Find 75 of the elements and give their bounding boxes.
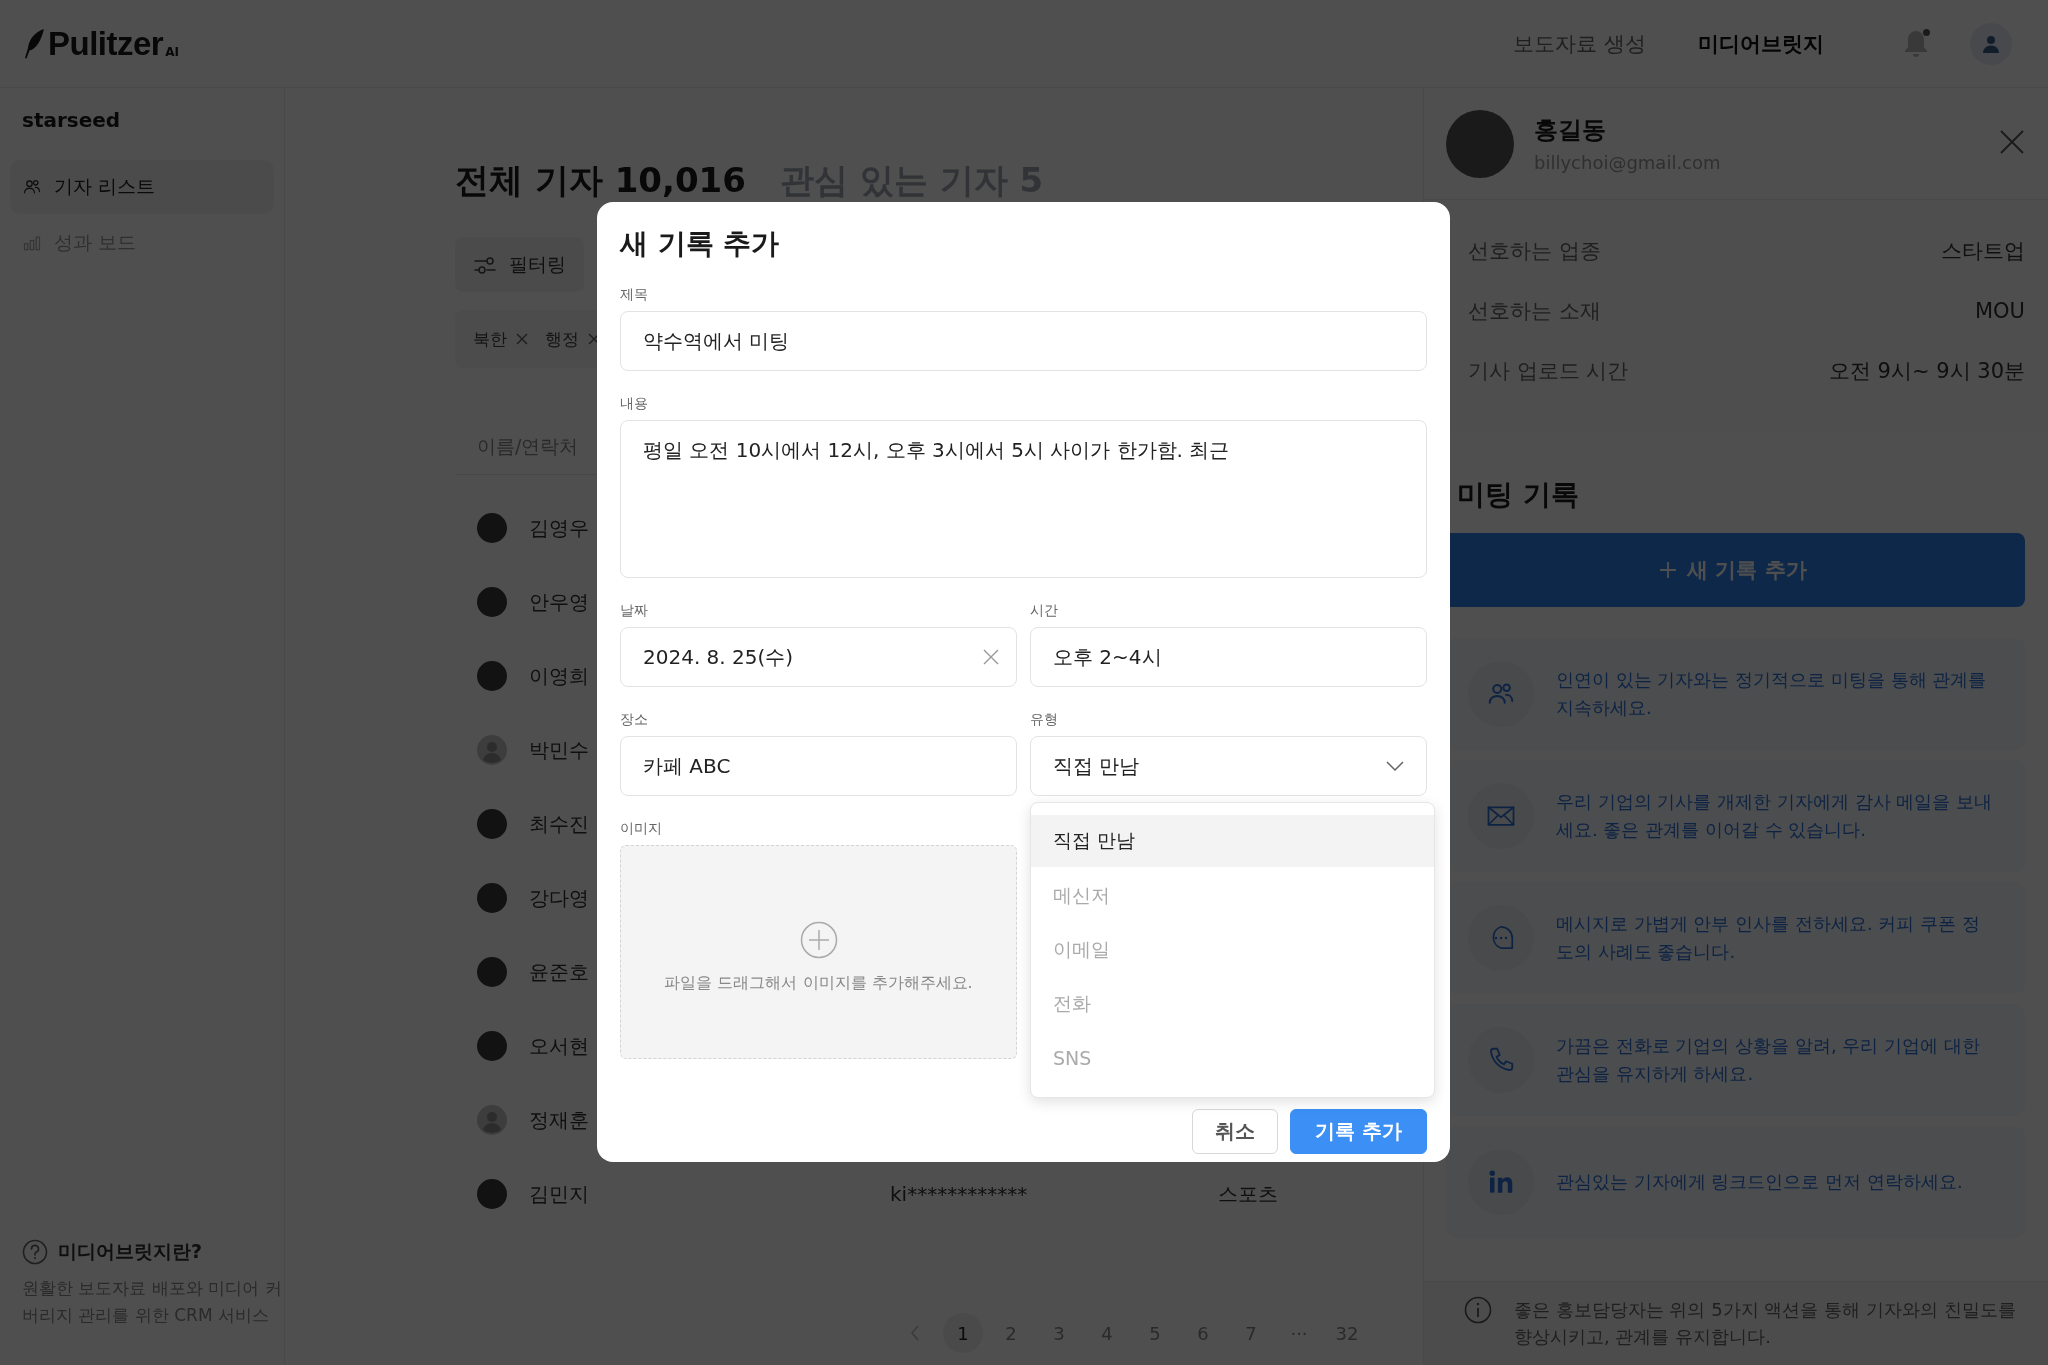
plus-icon [1659, 561, 1678, 579]
dropdown-option[interactable]: 이메일 [1031, 923, 1434, 977]
page-button[interactable]: ··· [1279, 1313, 1319, 1353]
submit-button[interactable]: 기록 추가 [1290, 1109, 1427, 1154]
help-title: 미디어브릿지란? [58, 1238, 203, 1264]
field-label: 내용 [620, 395, 649, 413]
feather-icon [22, 28, 46, 60]
help-icon [22, 1238, 48, 1265]
dropzone-hint: 파일을 드래그해서 이미지를 추가해주세요. [664, 972, 973, 994]
photo-placeholder [477, 1179, 507, 1209]
clear-icon[interactable] [983, 649, 999, 665]
dialog-title: 새 기록 추가 [620, 226, 781, 262]
info-value: MOU [1974, 299, 2025, 323]
upload-dropzone[interactable]: 파일을 드래그해서 이미지를 추가해주세요. [620, 845, 1017, 1059]
name-cell: 박민수 [529, 736, 589, 764]
field-label: 날짜 [620, 602, 649, 620]
logo-suffix: AI [165, 45, 179, 59]
photo-placeholder [477, 661, 507, 691]
filter-button[interactable]: 필터링 [455, 237, 584, 292]
user-avatar[interactable] [1970, 22, 2012, 65]
text-field[interactable]: 오후 2~4시 [1030, 627, 1427, 687]
info-value: 스타트업 [1941, 238, 2025, 265]
text-area[interactable]: 평일 오전 10시에서 12시, 오후 3시에서 5시 사이가 한가함. 최근 [620, 420, 1427, 578]
name-cell: 정재훈 [529, 1106, 589, 1134]
text-field[interactable]: 카페 ABC [620, 736, 1017, 796]
plus-circle-icon [799, 920, 838, 959]
name-cell: 이영희 [529, 662, 589, 690]
tip-text: 메시지로 가볍게 안부 인사를 전하세요. 커피 쿠폰 정도의 사례도 좋습니다. [1556, 912, 1981, 964]
dropdown-option[interactable]: SNS [1031, 1031, 1434, 1085]
field-label: 장소 [620, 711, 649, 729]
tab[interactable]: 전체 기자 10,016 [455, 158, 746, 202]
tip-text: 관심있는 기자에게 링크드인으로 먼저 연락하세요. [1556, 1170, 1963, 1195]
name-cell: 안우영 [529, 588, 589, 616]
text-field[interactable]: 약수역에서 미팅 [620, 311, 1427, 371]
name-cell: 강다영 [529, 884, 589, 912]
tip-text: 가끔은 전화로 기업의 상황을 알려, 우리 기업에 대한 관심을 유지하게 하세요. [1556, 1034, 1981, 1086]
close-icon[interactable] [1998, 128, 2026, 156]
dropdown-option[interactable]: 직접 만남 [1031, 815, 1434, 867]
sidebar-item[interactable]: 기자 리스트 [10, 160, 274, 214]
info-value: 오전 9시~ 9시 30분 [1828, 358, 2025, 385]
default-avatar-icon [477, 735, 507, 765]
name-cell: 윤준호 [529, 958, 589, 986]
logo-text: Pulitzer [48, 27, 164, 60]
tip-text: 인연이 있는 기자와는 정기적으로 미팅을 통해 관계를 지속하세요. [1556, 668, 1988, 720]
workspace-name: starseed [22, 108, 122, 132]
field-label: 유형 [1030, 711, 1059, 729]
table-cell: 스포츠 [1218, 1181, 1278, 1206]
field-label: 이미지 [620, 820, 663, 838]
photo-placeholder [477, 809, 507, 839]
nav-link[interactable]: 미디어브릿지 [1698, 29, 1824, 58]
field-label: 제목 [620, 286, 649, 304]
contact-cell: ki************ [890, 1182, 1028, 1206]
photo-placeholder [477, 587, 507, 617]
photo-placeholder [477, 513, 507, 543]
default-avatar-icon [477, 1105, 507, 1135]
dropdown-option[interactable]: 전화 [1031, 977, 1434, 1031]
name-cell: 김영우 [529, 514, 589, 542]
type-select[interactable]: 직접 만남 [1030, 736, 1427, 796]
tip-text: 우리 기업의 기사를 개제한 기자에게 감사 메일을 보내세요. 좋은 관계를 이어갈 수 있습니다. [1556, 790, 1994, 842]
name-cell: 김민지 [529, 1180, 589, 1208]
page-button[interactable]: 1 [943, 1313, 983, 1353]
name-cell: 최수진 [529, 810, 589, 838]
chevron-down-icon [1386, 761, 1404, 771]
photo-placeholder [477, 883, 507, 913]
photo-placeholder [477, 957, 507, 987]
section-title: 미팅 기록 [1457, 477, 1580, 513]
person-icon [1981, 33, 2001, 54]
contact-name: 홍길동 [1534, 115, 1607, 146]
dropdown-option[interactable]: 메신저 [1031, 869, 1434, 923]
name-cell: 오서현 [529, 1032, 589, 1060]
field-label: 시간 [1030, 602, 1059, 620]
cancel-button[interactable]: 취소 [1192, 1109, 1279, 1154]
date-field[interactable]: 2024. 8. 25(수) [620, 627, 1017, 687]
photo-placeholder [477, 1031, 507, 1061]
info-icon [1464, 1296, 1492, 1324]
